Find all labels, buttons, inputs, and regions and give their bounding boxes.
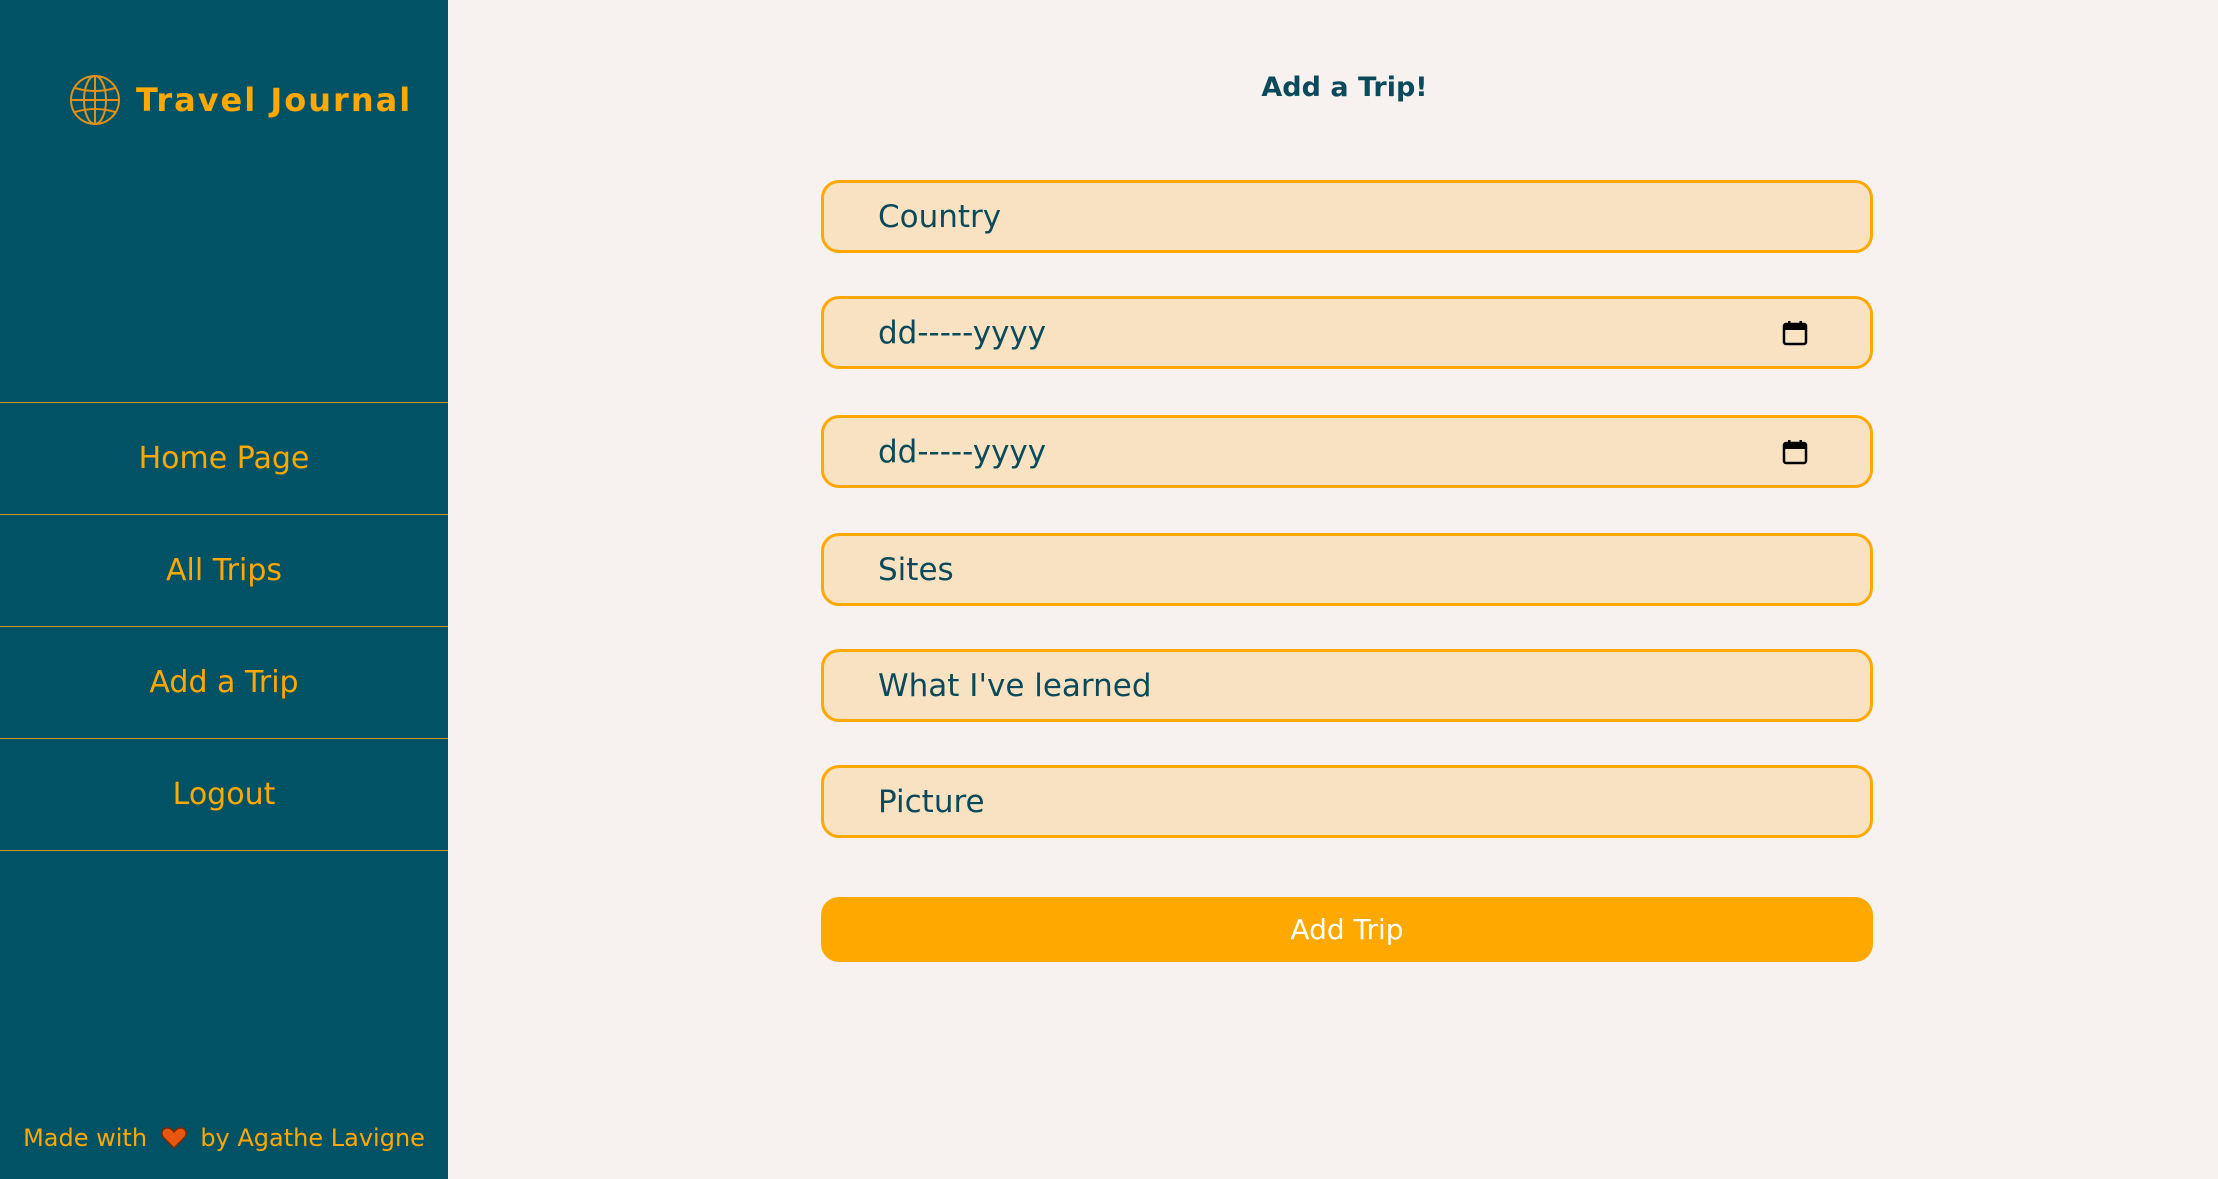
- picture-placeholder: Picture: [878, 783, 985, 820]
- app-root: Travel Journal Home Page All Trips Add a…: [0, 0, 2218, 1179]
- sidebar-nav: Home Page All Trips Add a Trip Logout: [0, 402, 448, 851]
- sidebar: Travel Journal Home Page All Trips Add a…: [0, 0, 448, 1179]
- learned-input[interactable]: What I've learned: [821, 649, 1873, 722]
- add-trip-button[interactable]: Add Trip: [821, 897, 1873, 962]
- footer-credit: Made with by Agathe Lavigne: [0, 1124, 448, 1152]
- start-date-input[interactable]: dd-----yyyy: [821, 296, 1873, 369]
- sites-input[interactable]: Sites: [821, 533, 1873, 606]
- footer-prefix: Made with: [23, 1124, 148, 1152]
- country-input[interactable]: Country: [821, 180, 1873, 253]
- main-content: Add a Trip! Country dd-----yyyy dd-----y…: [448, 0, 2218, 1179]
- end-date-input[interactable]: dd-----yyyy: [821, 415, 1873, 488]
- sites-placeholder: Sites: [878, 551, 954, 588]
- nav-item-logout[interactable]: Logout: [0, 739, 448, 851]
- globe-icon: [70, 75, 120, 125]
- nav-item-add-a-trip[interactable]: Add a Trip: [0, 627, 448, 739]
- brand-title: Travel Journal: [136, 81, 413, 119]
- calendar-icon[interactable]: [1782, 320, 1808, 346]
- heart-icon: [160, 1127, 187, 1150]
- nav-item-all-trips[interactable]: All Trips: [0, 515, 448, 627]
- end-date-placeholder: dd-----yyyy: [878, 433, 1047, 470]
- footer-suffix: by Agathe Lavigne: [200, 1124, 425, 1152]
- country-placeholder: Country: [878, 198, 1002, 235]
- picture-input[interactable]: Picture: [821, 765, 1873, 838]
- page-title: Add a Trip!: [1261, 72, 1428, 103]
- learned-placeholder: What I've learned: [878, 667, 1152, 704]
- start-date-placeholder: dd-----yyyy: [878, 314, 1047, 351]
- calendar-icon[interactable]: [1782, 439, 1808, 465]
- brand-link[interactable]: Travel Journal: [68, 72, 412, 128]
- nav-item-home-page[interactable]: Home Page: [0, 403, 448, 515]
